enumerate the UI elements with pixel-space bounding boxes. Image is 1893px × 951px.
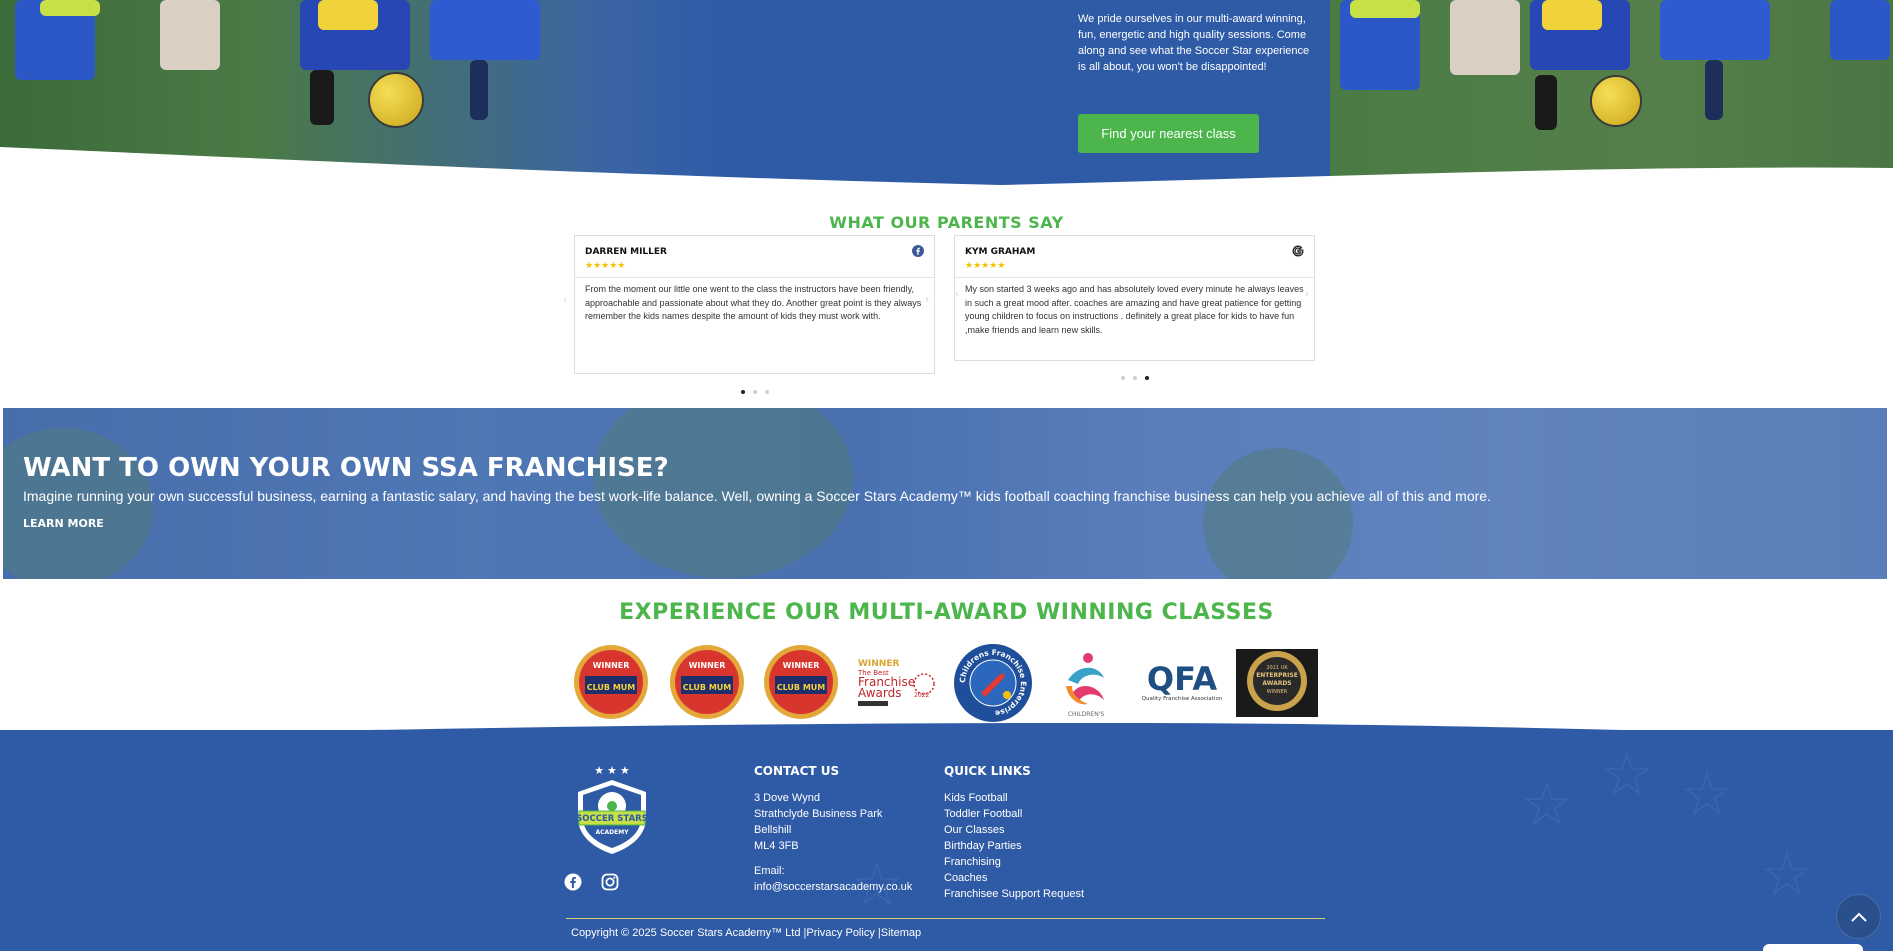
carousel-dots: [1121, 376, 1149, 380]
hero-wave-divider: [0, 147, 1893, 190]
svg-text:WINNER: WINNER: [689, 661, 726, 670]
carousel-dot[interactable]: [765, 390, 769, 394]
svg-text:Awards: Awards: [858, 686, 901, 700]
email-link[interactable]: info@soccerstarsacademy.co.uk: [754, 879, 912, 895]
franchise-text: Imagine running your own successful busi…: [23, 488, 1491, 504]
award-badge: QFA Quality Franchise Association: [1142, 660, 1223, 702]
sitemap-link[interactable]: Sitemap: [881, 927, 921, 939]
quick-link-birthday-parties[interactable]: Birthday Parties: [944, 838, 1022, 854]
svg-text:CLUB MUM: CLUB MUM: [683, 683, 732, 692]
page: We pride ourselves in our multi-award wi…: [0, 0, 1893, 951]
email-label: Email:: [754, 865, 785, 877]
hero-text: We pride ourselves in our multi-award wi…: [1078, 13, 1310, 73]
address-line: Bellshill: [754, 824, 792, 836]
svg-text:2021 UK: 2021 UK: [1266, 665, 1288, 671]
award-badge: WINNER CLUB MUM: [574, 645, 648, 719]
review-header: Kym Graham ★★★★★: [955, 236, 1314, 278]
scroll-to-top-button[interactable]: [1836, 894, 1881, 939]
quick-link-kids-football[interactable]: Kids Football: [944, 790, 1008, 806]
svg-text:WINNER: WINNER: [593, 661, 630, 670]
award-badge: WINNER CLUB MUM: [764, 645, 838, 719]
carousel-dot[interactable]: [1145, 376, 1149, 380]
address-line: 3 Dove Wynd: [754, 792, 820, 804]
facebook-icon[interactable]: [564, 873, 582, 891]
quick-links-heading: Quick Links: [944, 764, 1031, 778]
svg-text:ACADEMY: ACADEMY: [595, 829, 629, 836]
svg-text:WINNER: WINNER: [1267, 689, 1288, 695]
svg-text:WINNER: WINNER: [783, 661, 820, 670]
svg-text:ENTERPRISE: ENTERPRISE: [1256, 672, 1298, 679]
franchise-title: Want to own your own SSA franchise?: [23, 453, 669, 483]
quick-link-toddler-football[interactable]: Toddler Football: [944, 806, 1022, 822]
awards-title: Experience our multi-award winning class…: [619, 600, 1274, 625]
svg-text:CHILDREN'S: CHILDREN'S: [1068, 711, 1105, 718]
quick-link-our-classes[interactable]: Our Classes: [944, 822, 1005, 838]
reviewer-name: Darren Miller: [585, 247, 667, 257]
svg-text:CLUB MUM: CLUB MUM: [777, 683, 826, 692]
svg-text:AWARDS: AWARDS: [1262, 680, 1291, 687]
hero-section: We pride ourselves in our multi-award wi…: [0, 0, 1893, 190]
carousel-next-icon[interactable]: ›: [925, 292, 929, 306]
award-badge: CHILDREN'S: [1066, 653, 1105, 718]
svg-text:SOCCER STARS: SOCCER STARS: [576, 814, 648, 824]
address-line: Strathclyde Business Park: [754, 808, 883, 820]
carousel-prev-icon[interactable]: ‹: [955, 286, 959, 300]
svg-text:★ ★ ★: ★ ★ ★: [594, 765, 630, 777]
award-badge: WINNER CLUB MUM: [670, 645, 744, 719]
reviews-title: What our parents say: [829, 213, 1064, 232]
review-card: Kym Graham ★★★★★ My son started 3 weeks …: [954, 235, 1315, 361]
copyright-text: Copyright © 2025 Soccer Stars Academy™ L…: [571, 927, 801, 939]
review-text: My son started 3 weeks ago and has absol…: [965, 284, 1304, 335]
svg-text:WINNER: WINNER: [858, 659, 899, 669]
soccer-stars-logo[interactable]: ★ ★ ★ SOCCER STARS ACADEMY: [570, 762, 654, 856]
star-rating: ★★★★★: [585, 260, 626, 270]
chevron-up-icon: [1850, 912, 1867, 922]
learn-more-link[interactable]: Learn More: [23, 517, 104, 530]
svg-text:CLUB MUM: CLUB MUM: [587, 683, 636, 692]
reviewer-name: Kym Graham: [965, 247, 1036, 257]
carousel-dot[interactable]: [1121, 376, 1125, 380]
copyright-bar: Copyright © 2025 Soccer Stars Academy™ L…: [571, 927, 921, 939]
find-nearest-class-button[interactable]: Find your nearest class: [1078, 114, 1259, 153]
review-text: From the moment our little one went to t…: [585, 284, 922, 321]
carousel-prev-icon[interactable]: ‹: [563, 292, 567, 306]
footer-divider: [566, 918, 1325, 919]
quick-link-coaches[interactable]: Coaches: [944, 870, 987, 886]
carousel-next-icon[interactable]: ›: [1305, 286, 1309, 300]
quick-link-franchising[interactable]: Franchising: [944, 854, 1001, 870]
svg-text:QFA: QFA: [1147, 660, 1217, 698]
contact-heading: Contact Us: [754, 764, 840, 778]
award-badge: WINNER The Best Franchise Awards 2022: [857, 659, 935, 706]
carousel-dots: [741, 390, 769, 394]
star-rating: ★★★★★: [965, 260, 1006, 270]
carousel-dot[interactable]: [741, 390, 745, 394]
floating-tab[interactable]: [1763, 944, 1863, 951]
review-card: Darren Miller ★★★★★ From the moment our …: [563, 235, 935, 374]
address-line: ML4 3FB: [754, 840, 799, 852]
award-badge: Childrens Franchise Enterprise: [954, 644, 1032, 722]
award-badge: 2021 UK ENTERPRISE AWARDS WINNER: [1236, 649, 1318, 717]
instagram-icon[interactable]: [601, 873, 619, 891]
franchise-banner: Want to own your own SSA franchise? Imag…: [3, 408, 1887, 579]
carousel-dot[interactable]: [1133, 376, 1137, 380]
svg-text:Quality Franchise Association: Quality Franchise Association: [1142, 696, 1223, 702]
facebook-icon: [912, 245, 924, 257]
carousel-dot[interactable]: [753, 390, 757, 394]
quick-link-franchisee-support[interactable]: Franchisee Support Request: [944, 886, 1084, 902]
privacy-policy-link[interactable]: Privacy Policy: [806, 927, 874, 939]
google-icon: [1292, 245, 1304, 257]
review-header: Darren Miller ★★★★★: [575, 236, 934, 278]
